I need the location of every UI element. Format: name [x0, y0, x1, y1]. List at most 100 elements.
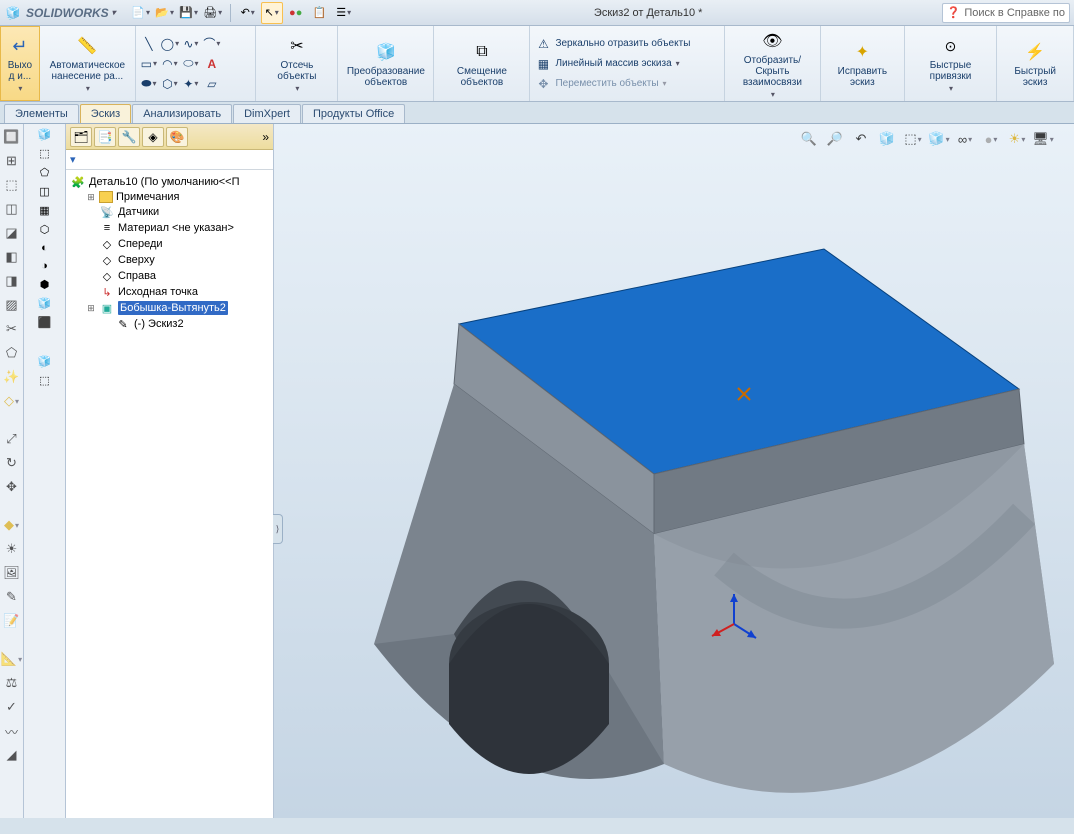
settings-button[interactable]: ☰▾ [333, 2, 355, 24]
rectangle-tool[interactable]: ▭▾ [140, 55, 158, 73]
new-button[interactable]: 📄▾ [130, 2, 152, 24]
ctx-5-icon[interactable]: ▦ [39, 204, 49, 217]
rapid-sketch-button[interactable]: ⚡ Быстрый эскиз [997, 26, 1074, 101]
ctx-10-icon[interactable]: 🧊 [38, 297, 52, 310]
apply-scene-icon[interactable]: ☀▾ [1006, 128, 1028, 150]
configuration-tab[interactable]: 🔧 [118, 127, 140, 147]
ctx-13-icon[interactable]: ⬚ [39, 374, 49, 387]
tree-filter[interactable]: ▾ [66, 150, 273, 170]
property-manager-tab[interactable]: 📑 [94, 127, 116, 147]
view-orientation-icon[interactable]: ⬚▾ [902, 128, 924, 150]
ctx-3-icon[interactable]: ⬠ [40, 166, 50, 179]
pan-icon[interactable]: ✥ [3, 478, 21, 496]
open-button[interactable]: 📂▾ [154, 2, 176, 24]
mirror-entities-button[interactable]: ⚠Зеркально отразить объекты [534, 35, 719, 53]
panel-resize-handle[interactable]: ⟩ [273, 514, 283, 544]
zoom-area-icon[interactable]: 🔎 [824, 128, 846, 150]
ctx-1-icon[interactable]: 🧊 [38, 128, 52, 141]
perspective-icon[interactable]: ⬠ [3, 344, 21, 362]
ctx-11-icon[interactable]: ⬛ [38, 316, 52, 329]
ctx-7-icon[interactable]: ◐ [41, 242, 48, 254]
tree-origin[interactable]: ↳Исходная точка [84, 284, 271, 300]
help-search[interactable]: ❓ Поиск в Справке по [942, 3, 1070, 23]
measure-icon[interactable]: 📐▾ [3, 650, 21, 668]
line-tool[interactable]: ╲ [140, 35, 158, 53]
view-settings-icon[interactable]: 🖥▾ [1032, 128, 1054, 150]
tree-top-plane[interactable]: ◇Сверху [84, 252, 271, 268]
offset-entities-button[interactable]: ⧉ Смещение объектов [434, 26, 530, 101]
3d-viewport[interactable]: ⟩ 🔍 🔎 ↶ 🧊 ⬚▾ 🧊▾ ∞▾ ●▾ ☀▾ 🖥▾ [274, 124, 1074, 818]
exit-sketch-button[interactable]: ↵ Выхо д и... ▾ [0, 26, 40, 101]
display-relations-button[interactable]: 👁 Отобразить/Скрыть взаимосвязи ▾ [725, 26, 821, 101]
section-icon[interactable]: ✂ [3, 320, 21, 338]
edit-appearance-icon[interactable]: ●▾ [980, 128, 1002, 150]
annotate-icon[interactable]: 📝 [3, 612, 21, 630]
options-button[interactable]: 📋 [309, 2, 331, 24]
expand-icon[interactable]: ⊞ [86, 303, 96, 314]
hlg-icon[interactable]: ◪ [3, 224, 21, 242]
linear-pattern-button[interactable]: ▦Линейный массив эскиза▾ [534, 55, 719, 73]
quick-snaps-button[interactable]: ⊙ Быстрые привязки ▾ [905, 26, 997, 101]
text-tool[interactable]: A [203, 55, 221, 73]
shadow-icon[interactable]: ▨ [3, 296, 21, 314]
circle-tool[interactable]: ◯▾ [161, 35, 179, 53]
app-menu-icon[interactable]: 🧊 [4, 4, 22, 22]
ctx-4-icon[interactable]: ◫ [39, 185, 49, 198]
app-menu-dropdown[interactable]: ▾ [112, 8, 116, 17]
scene-icon[interactable]: ☀ [3, 540, 21, 558]
select-button[interactable]: ↖▾ [261, 2, 283, 24]
ctx-6-icon[interactable]: ⬡ [40, 223, 50, 236]
tab-evaluate[interactable]: Анализировать [132, 104, 232, 123]
plane-tool[interactable]: ▱ [203, 75, 221, 93]
save-button[interactable]: 💾▾ [178, 2, 200, 24]
mass-icon[interactable]: ⚖ [3, 674, 21, 692]
display-style-icon[interactable]: 🧊▾ [928, 128, 950, 150]
tree-material[interactable]: ≡Материал <не указан> [84, 220, 271, 236]
dimxpert-tab[interactable]: ◈ [142, 127, 164, 147]
view-icon[interactable]: 🔲 [3, 128, 21, 146]
ctx-12-icon[interactable]: 🧊 [38, 355, 52, 368]
feature-manager-tab[interactable]: 🗂 [70, 127, 92, 147]
rebuild-button[interactable]: ●● [285, 2, 307, 24]
spline-tool[interactable]: ∿▾ [182, 35, 200, 53]
smart-dimension-button[interactable]: 📏 Автоматическое нанесение ра... ▾ [40, 26, 136, 101]
ctx-9-icon[interactable]: ⬢ [40, 278, 50, 291]
tree-boss-extrude[interactable]: ⊞▣Бобышка-Вытянуть2 [84, 300, 271, 316]
tree-front-plane[interactable]: ◇Спереди [84, 236, 271, 252]
tree-sketch2[interactable]: ✎(-) Эскиз2 [100, 316, 271, 332]
edit-icon[interactable]: ✎ [3, 588, 21, 606]
expand-tree-icon[interactable]: » [262, 130, 269, 144]
expand-icon[interactable]: ⊞ [86, 192, 96, 203]
hide-show-icon[interactable]: ∞▾ [954, 128, 976, 150]
tab-features[interactable]: Элементы [4, 104, 79, 123]
print-button[interactable]: 🖨▾ [202, 2, 224, 24]
ctx-8-icon[interactable]: ◑ [41, 260, 48, 272]
display-tab[interactable]: 🎨 [166, 127, 188, 147]
rotate-icon[interactable]: ↻ [3, 454, 21, 472]
decal-icon[interactable]: 🖼 [3, 564, 21, 582]
move-entities-button[interactable]: ✥Переместить объекты▾ [534, 75, 719, 93]
shaded-icon[interactable]: ◨ [3, 272, 21, 290]
tree-root[interactable]: 🧩 Деталь10 (По умолчанию<<П [68, 174, 271, 190]
polygon-tool[interactable]: ⬡▾ [161, 75, 179, 93]
ctx-2-icon[interactable]: ⬚ [39, 147, 49, 160]
move-icon[interactable]: ⤢ [3, 430, 21, 448]
slot-tool[interactable]: ⬬▾ [140, 75, 158, 93]
tab-sketch[interactable]: Эскиз [80, 104, 131, 123]
hlr-icon[interactable]: ◫ [3, 200, 21, 218]
standard-views-icon[interactable]: ⊞ [3, 152, 21, 170]
section-view-icon[interactable]: 🧊 [876, 128, 898, 150]
fillet-tool[interactable]: ⌒▾ [203, 35, 221, 53]
tree-annotations[interactable]: ⊞Примечания [84, 190, 271, 204]
point-tool[interactable]: ✦▾ [182, 75, 200, 93]
arc-tool[interactable]: ◠▾ [161, 55, 179, 73]
tab-dimxpert[interactable]: DimXpert [233, 104, 301, 123]
undo-button[interactable]: ↶▾ [237, 2, 259, 24]
curvature-icon[interactable]: 〰 [3, 722, 21, 740]
tree-sensors[interactable]: 📡Датчики [84, 204, 271, 220]
appearance-icon[interactable]: ◆▾ [3, 516, 21, 534]
wireframe-icon[interactable]: ⬚ [3, 176, 21, 194]
ellipse-tool[interactable]: ⬭▾ [182, 55, 200, 73]
tab-office[interactable]: Продукты Office [302, 104, 405, 123]
tree-right-plane[interactable]: ◇Справа [84, 268, 271, 284]
